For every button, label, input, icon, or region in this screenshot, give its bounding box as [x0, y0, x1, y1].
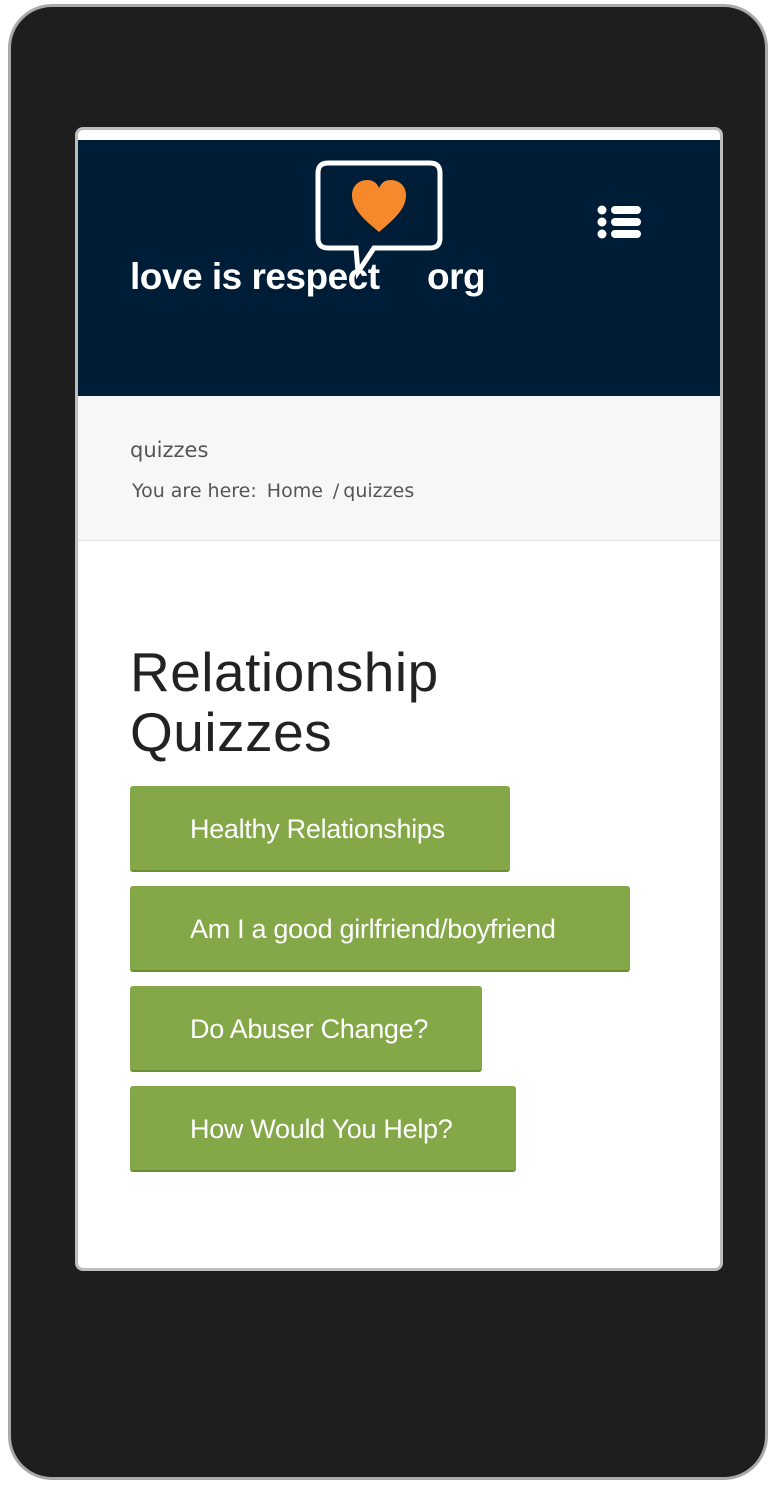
phone-frame: love is respect org quizzes You are here…: [8, 4, 768, 1480]
quiz-button-abuser-change[interactable]: Do Abuser Change?: [130, 986, 482, 1072]
phone-screen: love is respect org quizzes You are here…: [75, 127, 723, 1271]
page-title-bar: quizzes You are here: Home / quizzes: [78, 396, 720, 541]
menu-button[interactable]: [596, 200, 644, 244]
logo-text: love is respect: [130, 256, 380, 297]
breadcrumb-current: quizzes: [343, 480, 415, 502]
breadcrumb-home-link[interactable]: Home: [267, 480, 323, 502]
quiz-button-healthy-relationships[interactable]: Healthy Relationships: [130, 786, 510, 872]
quiz-button-good-partner[interactable]: Am I a good girlfriend/boyfriend: [130, 886, 630, 972]
page-title: quizzes: [130, 438, 209, 462]
breadcrumb-prefix: You are here:: [132, 480, 257, 502]
list-icon: [597, 205, 641, 239]
breadcrumb-separator: /: [332, 480, 340, 502]
main-heading: Relationship Quizzes: [130, 641, 439, 763]
heart-icon: [352, 180, 406, 232]
quiz-button-how-would-you-help[interactable]: How Would You Help?: [130, 1086, 516, 1172]
site-logo[interactable]: love is respect org: [130, 160, 500, 300]
breadcrumb: You are here: Home / quizzes: [132, 480, 414, 502]
logo-suffix: org: [427, 256, 485, 297]
site-header: love is respect org: [78, 140, 720, 396]
